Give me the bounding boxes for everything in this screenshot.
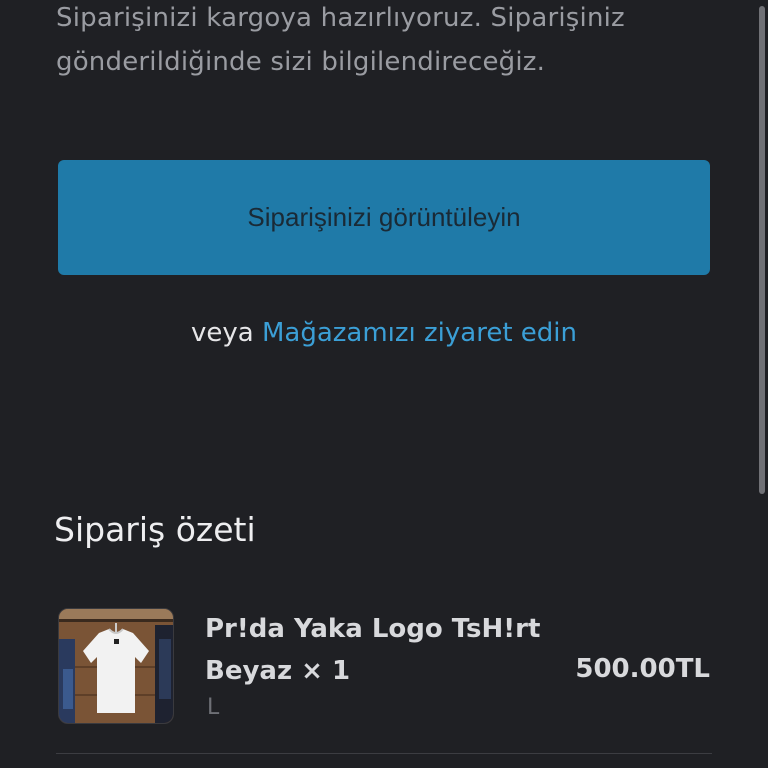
product-price: 500.00TL — [575, 654, 710, 684]
product-name: Pr!da Yaka Logo TsH!rt Beyaz × 1 — [205, 614, 541, 686]
order-status-page: Siparişinizi kargoya hazırlıyoruz. Sipar… — [0, 0, 768, 768]
white-tshirt-product-photo-icon — [59, 609, 173, 723]
summary-divider — [56, 753, 712, 754]
product-variant: L — [207, 695, 220, 720]
order-status-message: Siparişinizi kargoya hazırlıyoruz. Sipar… — [56, 3, 625, 77]
view-order-button[interactable]: Siparişinizi görüntüleyin — [58, 160, 710, 275]
order-summary-item: Pr!da Yaka Logo TsH!rt Beyaz × 1 L 500.0… — [58, 608, 712, 726]
product-thumbnail — [58, 608, 174, 724]
order-summary-title: Sipariş özeti — [54, 510, 256, 549]
visit-store-link[interactable]: Mağazamızı ziyaret edin — [262, 318, 577, 348]
alternative-action-line: veya Mağazamızı ziyaret edin — [0, 314, 768, 352]
or-text: veya — [190, 318, 254, 348]
scrollbar[interactable] — [759, 6, 765, 494]
